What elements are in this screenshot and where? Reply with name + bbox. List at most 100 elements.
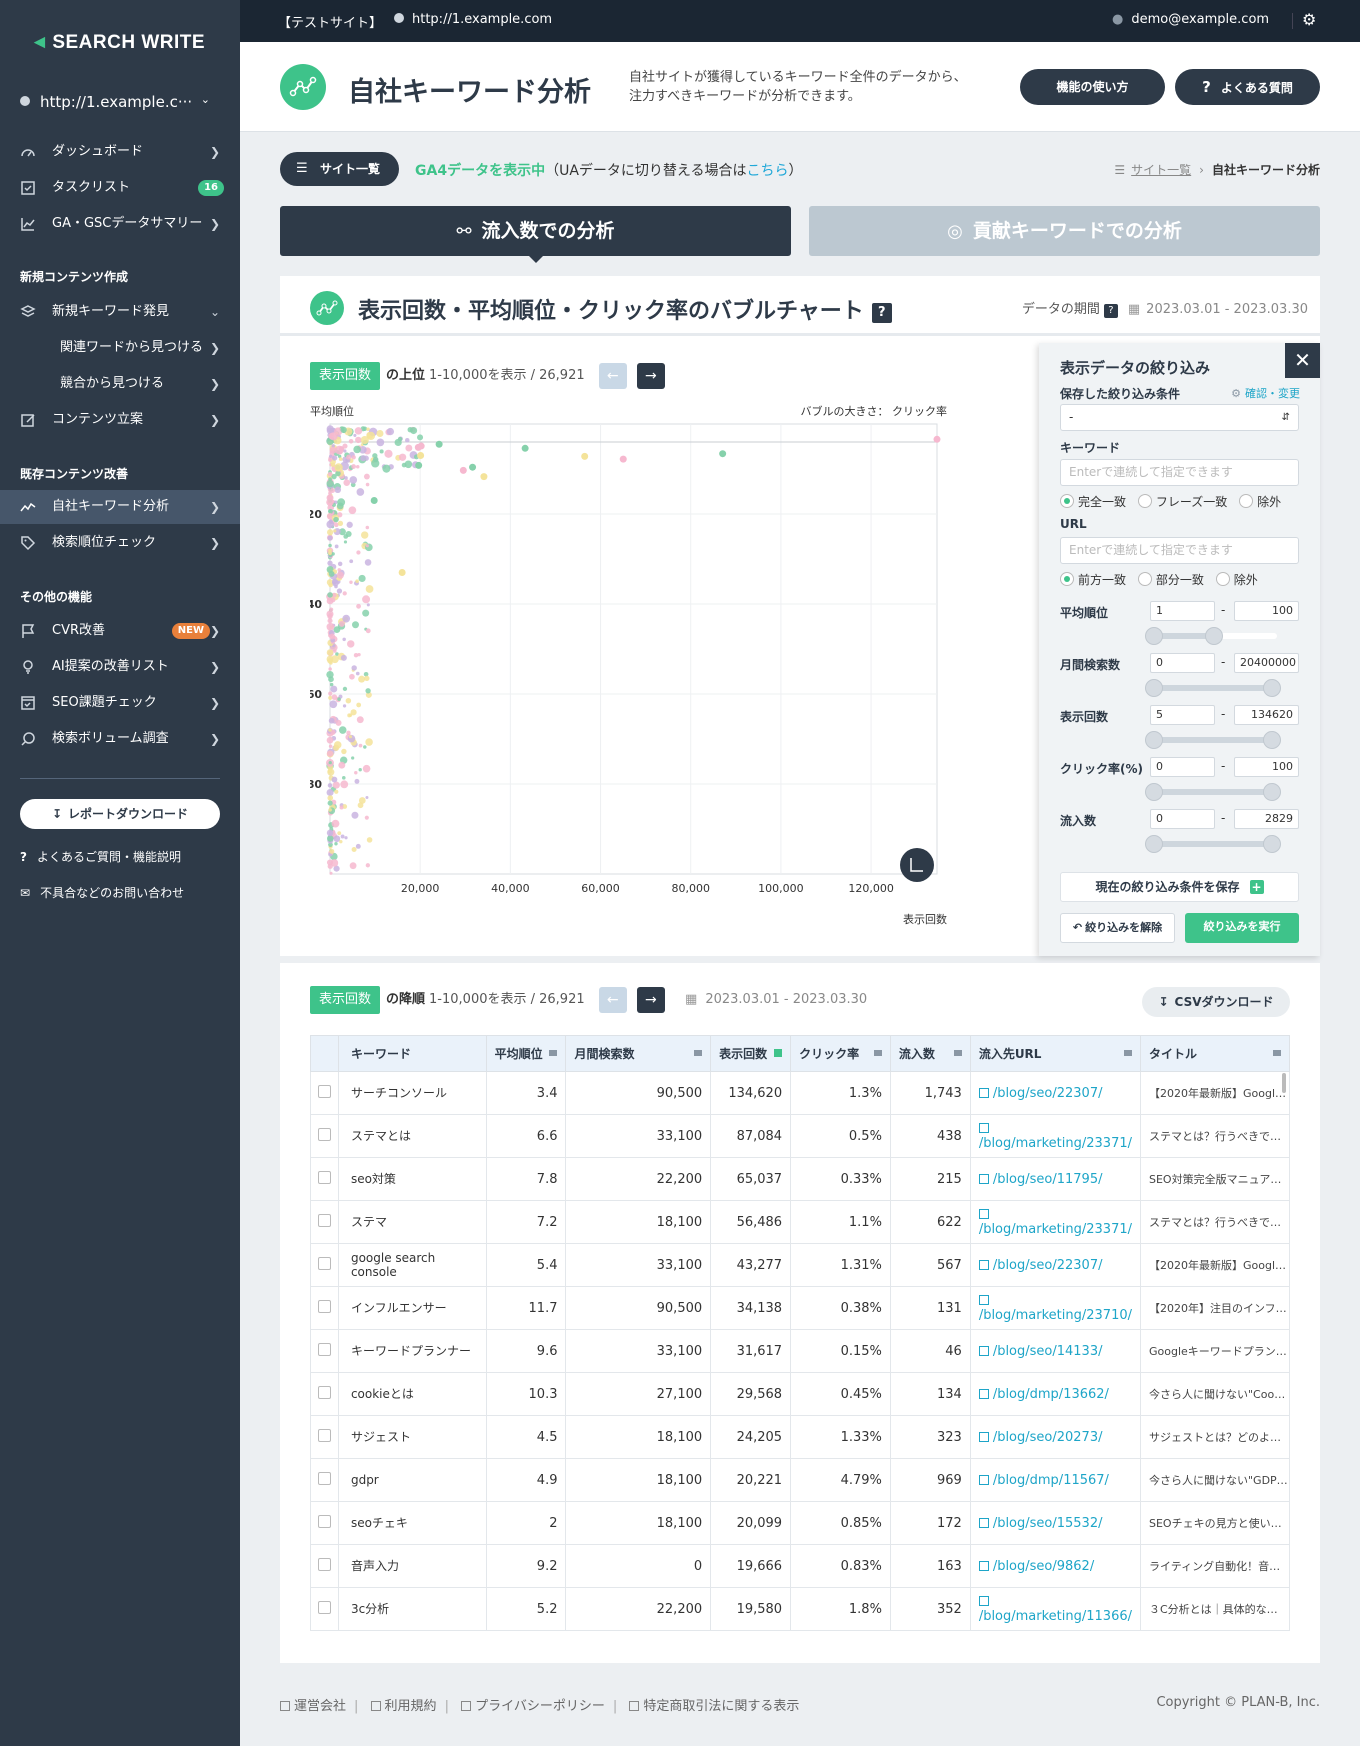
apply-filter-button[interactable]: 絞り込みを実行 xyxy=(1185,913,1299,943)
table-scrollbar[interactable] xyxy=(1282,1073,1286,1093)
row-checkbox[interactable] xyxy=(317,1600,331,1614)
radio-phrase[interactable]: フレーズ一致 xyxy=(1137,494,1227,509)
contact-link[interactable]: ✉ 不具合などのお問い合わせ xyxy=(20,884,184,901)
clicks-slider[interactable] xyxy=(1145,835,1281,853)
footer-link-privacy[interactable]: プライバシーポリシー xyxy=(461,1699,605,1714)
slider-handle-min[interactable] xyxy=(1145,679,1163,697)
radio-partial[interactable]: 部分一致 xyxy=(1137,572,1204,587)
url-link[interactable]: /blog/marketing/11366/ xyxy=(979,1609,1132,1624)
table-row[interactable]: cookieとは 10.3 27,100 29,568 0.45% 134/blog/dm… xyxy=(310,1372,1290,1416)
row-checkbox[interactable] xyxy=(317,1256,331,1270)
user-menu[interactable]: ● demo@example.com xyxy=(1112,12,1269,27)
chart-download-button[interactable] xyxy=(900,848,934,882)
slider-handle-min[interactable] xyxy=(1145,835,1163,853)
table-row[interactable]: gdpr 4.9 18,100 20,221 4.79% 969/blog/dmp/115… xyxy=(310,1458,1290,1502)
site-selector[interactable]: http://1.example.c··· ⌄ xyxy=(20,93,210,111)
row-checkbox[interactable] xyxy=(317,1514,331,1528)
slider-handle-max[interactable] xyxy=(1263,679,1281,697)
sidebar-item-tasklist[interactable]: タスクリスト 16 xyxy=(0,171,240,205)
table-row[interactable]: サーチコンソール 3.4 90,500 134,620 1.3% 1,743/blog/s… xyxy=(310,1071,1290,1115)
sort-metric-select[interactable]: 表示回数 xyxy=(310,986,381,1014)
sidebar-item-cvr[interactable]: CVR改善 NEW ❯ xyxy=(0,614,240,648)
impressions-max-input[interactable]: 134620 xyxy=(1234,705,1299,725)
row-checkbox[interactable] xyxy=(317,1084,331,1098)
table-row[interactable]: seoチェキ 2 18,100 20,099 0.85% 172/blog/seo/155… xyxy=(310,1501,1290,1545)
volume-slider[interactable] xyxy=(1145,679,1281,697)
row-checkbox[interactable] xyxy=(317,1127,331,1141)
url-link[interactable]: /blog/marketing/23710/ xyxy=(979,1308,1132,1323)
sidebar-item-seo-issues[interactable]: SEO課題チェック ❯ xyxy=(0,686,240,720)
table-row[interactable]: google search console 5.4 33,100 43,277 1.31… xyxy=(310,1243,1290,1287)
saved-conditions-link[interactable]: ⚙ 確認・変更 xyxy=(1231,385,1300,401)
col-impressions[interactable]: 表示回数 xyxy=(710,1035,792,1072)
url-input[interactable]: Enterで連続して指定できます xyxy=(1060,537,1299,564)
howto-button[interactable]: 機能の使い方 xyxy=(1020,69,1165,105)
col-title[interactable]: タイトル xyxy=(1140,1035,1290,1072)
volume-min-input[interactable]: 0 xyxy=(1150,653,1215,673)
row-checkbox[interactable] xyxy=(317,1428,331,1442)
table-row[interactable]: サジェスト 4.5 18,100 24,205 1.33% 323/blog/seo/20… xyxy=(310,1415,1290,1459)
table-row[interactable]: ステマとは 6.6 33,100 87,084 0.5% 438/blog/marketi… xyxy=(310,1114,1290,1158)
url-link[interactable]: /blog/seo/15532/ xyxy=(993,1516,1103,1531)
table-row[interactable]: seo対策 7.8 22,200 65,037 0.33% 215/blog/seo/11… xyxy=(310,1157,1290,1201)
col-ctr[interactable]: クリック率 xyxy=(790,1035,891,1072)
radio-exclude[interactable]: 除外 xyxy=(1239,494,1281,509)
row-checkbox[interactable] xyxy=(317,1299,331,1313)
next-page-button[interactable]: → xyxy=(636,986,665,1013)
switch-ua-link[interactable]: こちら xyxy=(746,163,788,179)
rank-max-input[interactable]: 100 xyxy=(1234,601,1299,621)
url-link[interactable]: /blog/seo/22307/ xyxy=(993,1258,1103,1273)
csv-download-button[interactable]: ↧ CSVダウンロード xyxy=(1142,987,1290,1017)
table-row[interactable]: インフルエンサー 11.7 90,500 34,138 0.38% 131/blog/ma… xyxy=(310,1286,1290,1330)
close-icon[interactable]: ✕ xyxy=(1285,343,1320,378)
clear-filter-button[interactable]: ↶ 絞り込みを解除 xyxy=(1060,913,1175,943)
footer-link-terms[interactable]: 利用規約 xyxy=(370,1699,437,1714)
url-link[interactable]: /blog/marketing/23371/ xyxy=(979,1222,1132,1237)
ctr-min-input[interactable]: 0 xyxy=(1150,757,1215,777)
clicks-max-input[interactable]: 2829 xyxy=(1234,809,1299,829)
site-list-button[interactable]: ☰ サイト一覧 xyxy=(280,152,399,186)
slider-handle-min[interactable] xyxy=(1145,783,1163,801)
ctr-max-input[interactable]: 100 xyxy=(1234,757,1299,777)
url-link[interactable]: /blog/seo/9862/ xyxy=(993,1559,1094,1574)
breadcrumb-site-list[interactable]: サイト一覧 xyxy=(1131,163,1191,177)
sidebar-item-new-keyword[interactable]: 新規キーワード発見 ⌄ xyxy=(0,295,240,329)
impressions-min-input[interactable]: 5 xyxy=(1150,705,1215,725)
sidebar-item-rank-check[interactable]: 検索順位チェック ❯ xyxy=(0,526,240,560)
sidebar-item-ai-suggestions[interactable]: AI提案の改善リスト ❯ xyxy=(0,650,240,684)
col-url[interactable]: 流入先URL xyxy=(969,1035,1142,1072)
col-keyword[interactable]: キーワード xyxy=(337,1035,487,1072)
prev-page-button[interactable]: ← xyxy=(598,362,627,389)
help-icon[interactable]: ? xyxy=(871,303,892,323)
radio-prefix[interactable]: 前方一致 xyxy=(1060,572,1126,587)
radio-exclude[interactable]: 除外 xyxy=(1215,572,1258,587)
clicks-min-input[interactable]: 0 xyxy=(1150,809,1215,829)
row-checkbox[interactable] xyxy=(317,1471,331,1485)
col-rank[interactable]: 平均順位 xyxy=(485,1035,567,1072)
saved-conditions-select[interactable]: - ⇵ xyxy=(1060,404,1299,431)
row-checkbox[interactable] xyxy=(317,1213,331,1227)
keyword-input[interactable]: Enterで連続して指定できます xyxy=(1060,459,1299,486)
url-link[interactable]: /blog/marketing/23371/ xyxy=(979,1136,1132,1151)
next-page-button[interactable]: → xyxy=(636,362,665,389)
slider-handle-max[interactable] xyxy=(1263,731,1281,749)
row-checkbox[interactable] xyxy=(317,1557,331,1571)
metric-select[interactable]: 表示回数 xyxy=(310,362,381,390)
sidebar-item-ga-gsc-summary[interactable]: GA・GSCデータサマリー ❯ xyxy=(0,207,240,241)
impressions-slider[interactable] xyxy=(1145,731,1281,749)
sidebar-item-dashboard[interactable]: ダッシュボード ❯ xyxy=(0,135,240,169)
slider-handle-min[interactable] xyxy=(1145,731,1163,749)
radio-exact[interactable]: 完全一致 xyxy=(1060,494,1126,509)
save-filter-button[interactable]: 現在の絞り込み条件を保存 + xyxy=(1060,872,1299,902)
help-icon[interactable]: ? xyxy=(1103,304,1118,318)
slider-handle-max[interactable] xyxy=(1205,627,1223,645)
logo[interactable]: ◄ SEARCH WRITE xyxy=(30,32,205,54)
row-checkbox[interactable] xyxy=(317,1170,331,1184)
url-link[interactable]: /blog/seo/11795/ xyxy=(993,1172,1103,1187)
prev-page-button[interactable]: ← xyxy=(598,986,627,1013)
tab-contribution-analysis[interactable]: ◎ 貢献キーワードでの分析 xyxy=(809,206,1320,256)
url-link[interactable]: /blog/dmp/13662/ xyxy=(993,1387,1109,1402)
faq-link[interactable]: ? よくあるご質問・機能説明 xyxy=(20,848,181,865)
row-checkbox[interactable] xyxy=(317,1385,331,1399)
table-row[interactable]: キーワードプランナー 9.6 33,100 31,617 0.15% 46/blog/se… xyxy=(310,1329,1290,1373)
